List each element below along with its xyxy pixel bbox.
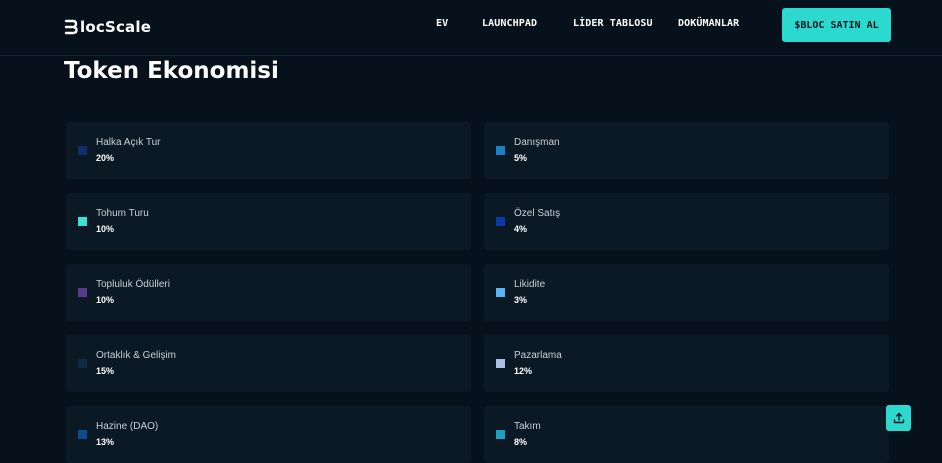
allocation-label: Hazine (DAO): [96, 421, 159, 432]
allocation-card-community-rewards: Topluluk Ödülleri 10%: [66, 264, 471, 321]
allocation-percent: 10%: [96, 224, 115, 234]
allocation-percent: 3%: [514, 295, 528, 305]
allocation-label: Pazarlama: [514, 350, 562, 361]
allocation-label: Ortaklık & Gelişim: [96, 350, 177, 361]
nav-ev[interactable]: EV: [436, 18, 448, 34]
page-title: Token Ekonomisi: [64, 58, 279, 84]
color-swatch: [496, 359, 505, 368]
brand-logo[interactable]: locScale: [64, 16, 151, 38]
allocation-card-treasury: Hazine (DAO) 13%: [66, 406, 471, 463]
allocation-card-private-sale: Özel Satış 4%: [484, 193, 889, 250]
allocation-card-partnership: Ortaklık & Gelişim 15%: [66, 335, 471, 392]
color-swatch: [78, 359, 87, 368]
upload-arrow-icon: [893, 412, 904, 424]
allocation-percent: 15%: [96, 366, 115, 376]
color-swatch: [78, 288, 87, 297]
allocation-label: Tohum Turu: [96, 208, 149, 219]
allocation-card-team: Takım 8%: [484, 406, 889, 463]
nav-leaderboard[interactable]: LİDER TABLOSU: [573, 18, 653, 34]
nav-documents[interactable]: DOKÜMANLAR: [678, 18, 739, 34]
allocation-percent: 13%: [96, 437, 115, 447]
allocation-percent: 5%: [514, 153, 528, 163]
allocation-label: Danışman: [514, 137, 560, 148]
allocation-percent: 8%: [514, 437, 528, 447]
allocation-percent: 10%: [96, 295, 115, 305]
scroll-to-top-button[interactable]: [886, 405, 911, 431]
top-navbar: locScale EV LAUNCHPAD LİDER TABLOSU DOKÜ…: [0, 0, 942, 56]
allocation-label: Takım: [514, 421, 541, 432]
color-swatch: [496, 217, 505, 226]
color-swatch: [78, 430, 87, 439]
color-swatch: [496, 146, 505, 155]
buy-bloc-button[interactable]: $BLOC SATIN AL: [782, 8, 891, 42]
allocation-label: Halka Açık Tur: [96, 137, 161, 148]
color-swatch: [78, 217, 87, 226]
color-swatch: [496, 288, 505, 297]
allocation-card-seed-round: Tohum Turu 10%: [66, 193, 471, 250]
allocation-card-marketing: Pazarlama 12%: [484, 335, 889, 392]
allocation-label: Likidite: [514, 279, 546, 290]
allocation-card-advisor: Danışman 5%: [484, 122, 889, 179]
allocation-percent: 20%: [96, 153, 115, 163]
allocation-card-public-round: Halka Açık Tur 20%: [66, 122, 471, 179]
nav-launchpad[interactable]: LAUNCHPAD: [482, 18, 537, 34]
bloc-b-mark-icon: [64, 19, 78, 35]
color-swatch: [78, 146, 87, 155]
allocation-label: Özel Satış: [514, 208, 561, 219]
allocation-percent: 4%: [514, 224, 528, 234]
color-swatch: [496, 430, 505, 439]
brand-name: locScale: [80, 18, 152, 36]
allocation-card-liquidity: Likidite 3%: [484, 264, 889, 321]
allocation-label: Topluluk Ödülleri: [96, 279, 170, 290]
allocation-percent: 12%: [514, 366, 533, 376]
